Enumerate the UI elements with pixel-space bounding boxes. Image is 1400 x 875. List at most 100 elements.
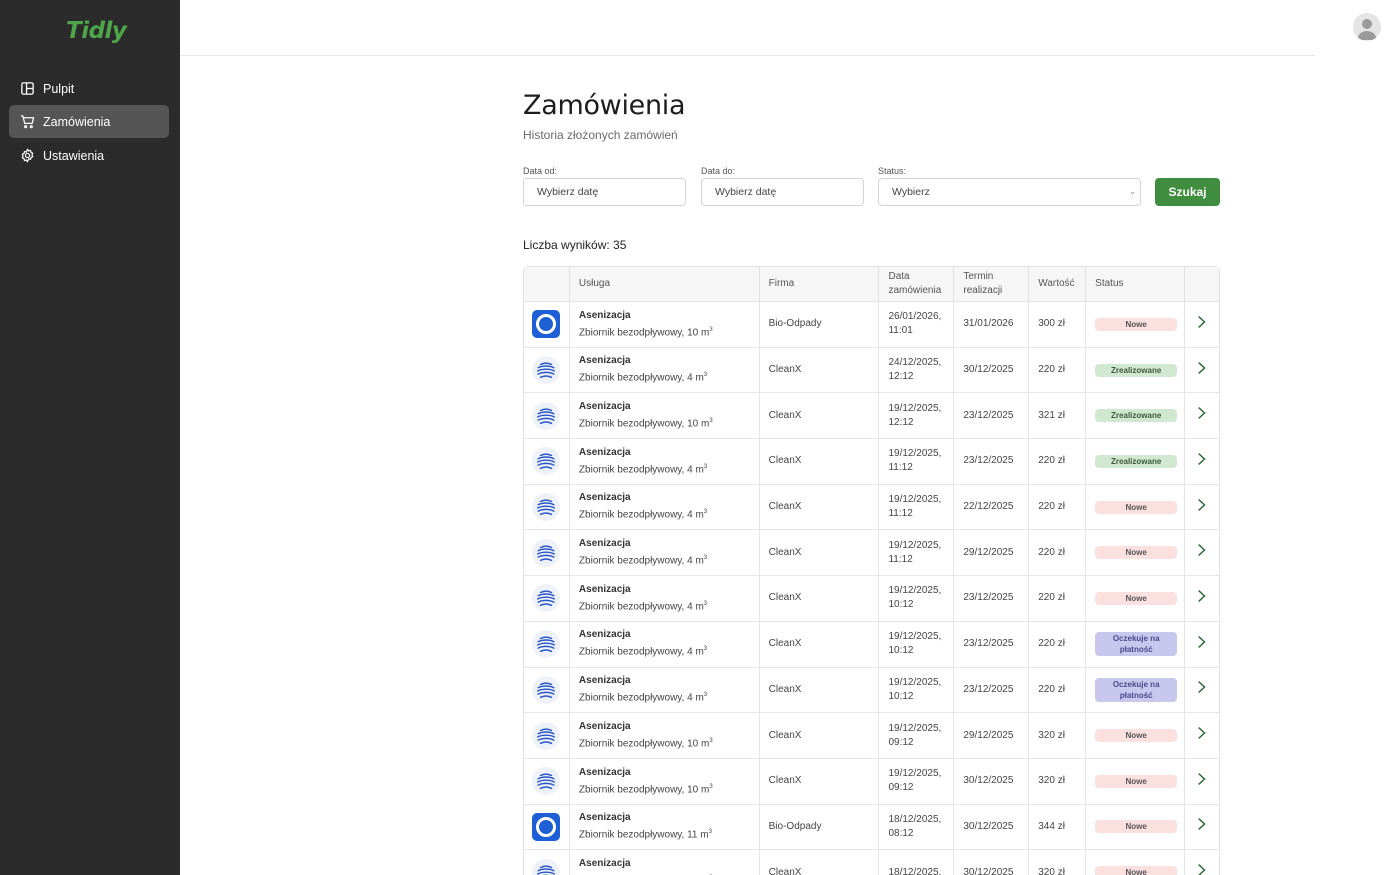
chevron-right-icon — [1197, 817, 1207, 836]
company-logo-cell — [524, 667, 570, 713]
company-cell: CleanX — [760, 530, 880, 576]
chevron-right-icon — [1197, 589, 1207, 608]
table-row[interactable]: Asenizacja Zbiornik bezodpływowy, 4 m3 Cle… — [524, 667, 1219, 714]
value-cell: 220 zł — [1029, 484, 1087, 530]
sidebar-item-label: Ustawienia — [43, 148, 105, 163]
date-to-input[interactable]: Wybierz datę — [701, 178, 864, 206]
chevron-right-icon — [1197, 315, 1207, 334]
service-name: Asenizacja — [578, 720, 631, 732]
service-cell: Asenizacja Zbiornik bezodpływowy, 10 m3 — [570, 302, 760, 347]
service-desc-text: Zbiornik bezodpływowy, 4 m — [578, 509, 704, 521]
table-row[interactable]: AsenizacjaZbiornik bezodpływowy, 10 m3Cl… — [524, 758, 1219, 805]
sidebar-item-zamowienia[interactable]: Zamówienia — [9, 105, 169, 138]
open-order-button[interactable] — [1185, 805, 1219, 850]
order-time: 10:12 — [888, 645, 914, 657]
header-term-line2: realizacji — [963, 285, 1003, 296]
service-name: Asenizacja — [578, 629, 631, 641]
status-badge: Nowe — [1095, 820, 1178, 834]
company-cell: CleanX — [760, 393, 880, 439]
order-date-cell: 24/12/2025, 12:12 — [879, 347, 955, 393]
status-badge: Nowe — [1095, 866, 1178, 875]
value-cell: 300 zł — [1029, 302, 1087, 347]
service-desc-text: Zbiornik bezodpływowy, 4 m — [578, 692, 704, 704]
open-order-button[interactable] — [1185, 530, 1219, 575]
table-row[interactable]: Asenizacja Zbiornik bezodpływowy, 4 m3 Cle… — [524, 621, 1219, 668]
order-date-cell: 19/12/2025, 11:12 — [879, 439, 955, 484]
sidebar-item-label: Zamówienia — [43, 114, 111, 129]
date-from-input[interactable]: Wybierz datę — [523, 178, 686, 206]
status-cell: Oczekuje na płatność — [1086, 667, 1186, 713]
service-desc: Zbiornik bezodpływowy, 10 m3 — [579, 323, 713, 340]
sidebar-item-ustawienia[interactable]: Ustawienia — [9, 139, 169, 172]
app-logo[interactable]: Tidly — [66, 18, 127, 44]
order-time: 11:12 — [888, 508, 913, 520]
service-desc-unit-exp: 3 — [708, 829, 712, 836]
table-row[interactable]: Asenizacja Zbiornik bezodpływowy, 10 m3 Bi… — [524, 302, 1219, 348]
cart-icon — [19, 114, 35, 130]
search-button[interactable]: Szukaj — [1155, 178, 1220, 206]
company-cell: CleanX — [760, 667, 880, 713]
company-cell: CleanX — [760, 758, 880, 804]
status-badge: Zrealizowane — [1095, 363, 1178, 377]
open-order-button[interactable] — [1185, 576, 1219, 621]
service-desc-text: Zbiornik bezodpływowy, 4 m — [578, 601, 704, 613]
header-logo — [524, 267, 570, 301]
chevron-right-icon — [1197, 772, 1207, 791]
company-cell: CleanX — [760, 621, 880, 667]
bio-odpady-logo-icon — [532, 310, 561, 339]
table-row[interactable]: Asenizacja Zbiornik bezodpływowy, 4 m3 Cle… — [524, 530, 1219, 577]
service-name: Asenizacja — [578, 812, 631, 824]
sidebar-item-pulpit[interactable]: Pulpit — [9, 72, 169, 105]
order-date: 19/12/2025, — [888, 585, 942, 597]
order-date-cell: 19/12/2025, 11:12 — [879, 484, 955, 530]
status-cell: Nowe — [1086, 484, 1186, 530]
company-cell: CleanX — [760, 576, 880, 621]
service-desc: Zbiornik bezodpływowy, 4 m3 — [579, 368, 707, 385]
service-cell: Asenizacja Zbiornik bezodpływowy, 4 m3 — [570, 439, 760, 484]
term-cell: 23/12/2025 — [954, 393, 1030, 439]
service-name: Asenizacja — [578, 355, 631, 367]
chevron-right-icon — [1197, 726, 1207, 745]
table-row[interactable]: Asenizacja Zbiornik bezodpływowy, 4 m3 Cle… — [524, 484, 1219, 531]
chevron-right-icon — [1197, 361, 1207, 380]
open-order-button[interactable] — [1185, 439, 1219, 484]
service-desc-text: Zbiornik bezodpływowy, 11 m — [578, 829, 709, 841]
service-desc-unit-exp: 3 — [703, 646, 708, 653]
table-row[interactable]: AsenizacjaZbiornik bezodpływowy, 10 m3Cl… — [524, 393, 1219, 440]
order-date-cell: 18/12/2025, — [879, 850, 955, 875]
open-order-button[interactable] — [1185, 485, 1219, 530]
open-order-button[interactable] — [1185, 622, 1219, 667]
order-date: 19/12/2025, — [888, 402, 942, 414]
open-order-button[interactable] — [1185, 759, 1219, 804]
open-order-button[interactable] — [1185, 713, 1219, 758]
open-order-button[interactable] — [1185, 302, 1219, 347]
status-cell: Nowe — [1086, 713, 1186, 758]
dashboard-icon — [19, 81, 35, 97]
table-row[interactable]: Asenizacja Zbiornik bezodpływowy, 4 m3 Cle… — [524, 347, 1219, 394]
user-avatar-icon[interactable] — [1353, 13, 1381, 41]
order-date-cell: 19/12/2025, 09:12 — [879, 713, 955, 758]
service-cell: Asenizacja Zbiornik bezodpływowy, 10 m3 — [570, 713, 760, 758]
table-row[interactable]: Asenizacja Zbiornik bezodpływowy, 4 m3 Cle… — [524, 576, 1219, 622]
service-cell: Asenizacja Zbiornik bezodpływowy, 4 m3 — [570, 576, 760, 621]
table-row[interactable]: Asenizacja Zbiornik bezodpływowy, 11 m3 Bi… — [524, 804, 1219, 851]
open-order-button[interactable] — [1185, 668, 1219, 713]
company-logo-cell — [524, 850, 570, 875]
service-name: Asenizacja — [578, 583, 631, 595]
table-row[interactable]: AsenizacjaZbiornik bezodpływowy, 10 m3Cl… — [524, 850, 1219, 875]
status-cell: Zrealizowane — [1086, 393, 1186, 439]
cleanx-logo-icon — [532, 356, 561, 385]
header-value: Wartość — [1029, 267, 1087, 301]
open-order-button[interactable] — [1185, 850, 1219, 875]
status-select-value: Wybierz — [892, 186, 930, 198]
table-row[interactable]: AsenizacjaZbiornik bezodpływowy, 10 m3Cl… — [524, 713, 1219, 759]
table-row[interactable]: Asenizacja Zbiornik bezodpływowy, 4 m3 Cle… — [524, 439, 1219, 485]
status-select[interactable]: Wybierz ⌄ — [878, 178, 1141, 206]
sidebar: Tidly Pulpit Zamówienia Ustawienia — [0, 0, 180, 875]
open-order-button[interactable] — [1185, 348, 1219, 393]
service-desc-unit-exp: 3 — [703, 555, 708, 562]
header-company: Firma — [760, 267, 880, 301]
order-time: 10:12 — [888, 599, 914, 611]
service-cell: Asenizacja Zbiornik bezodpływowy, 10 m3 — [570, 758, 760, 804]
open-order-button[interactable] — [1185, 393, 1219, 438]
